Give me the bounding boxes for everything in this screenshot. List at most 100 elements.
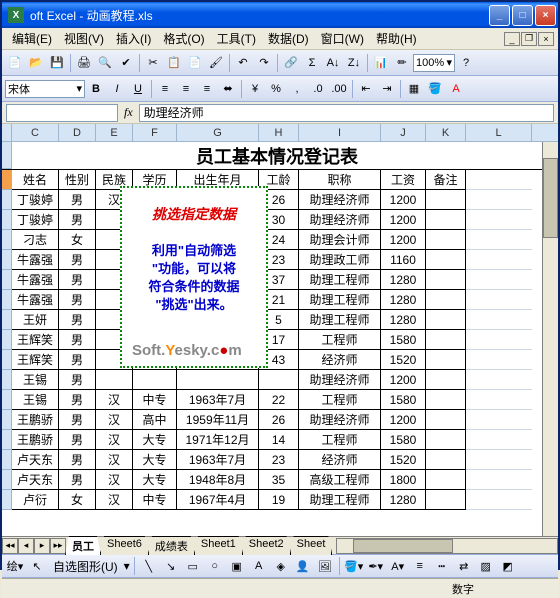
table-cell[interactable] [426, 350, 466, 370]
sort-desc-icon[interactable]: Z↓ [344, 53, 364, 73]
link-icon[interactable]: 🔗 [281, 53, 301, 73]
drawing-icon[interactable]: ✏ [392, 53, 412, 73]
col-header[interactable]: F [133, 124, 177, 141]
table-cell[interactable]: 男 [59, 210, 96, 230]
table-cell[interactable]: 王辉笑 [12, 350, 59, 370]
select-icon[interactable]: ↖ [27, 556, 47, 576]
textbox-icon[interactable]: ▣ [227, 556, 247, 576]
chart-icon[interactable]: 📊 [371, 53, 391, 73]
table-cell[interactable]: 王鹏骄 [12, 430, 59, 450]
vertical-scrollbar[interactable] [542, 142, 558, 536]
table-cell[interactable] [426, 250, 466, 270]
col-header[interactable]: D [59, 124, 96, 141]
table-cell[interactable]: 丁骏婷 [12, 210, 59, 230]
fill-color-icon[interactable]: 🪣 [425, 79, 445, 99]
table-cell[interactable]: 男 [59, 410, 96, 430]
table-cell[interactable] [426, 330, 466, 350]
cut-icon[interactable]: ✂ [143, 53, 163, 73]
table-cell[interactable]: 1200 [381, 230, 426, 250]
table-cell[interactable]: 1520 [381, 350, 426, 370]
redo-icon[interactable]: ↷ [254, 53, 274, 73]
line-style-icon[interactable]: ≡ [410, 556, 430, 576]
indent-inc-icon[interactable]: ⇥ [377, 79, 397, 99]
table-cell[interactable]: 汉 [96, 490, 133, 510]
table-cell[interactable]: 助理经济师 [299, 370, 381, 390]
table-cell[interactable]: 助理会计师 [299, 230, 381, 250]
table-cell[interactable] [177, 370, 259, 390]
dash-icon[interactable]: ┅ [432, 556, 452, 576]
table-cell[interactable]: 卢衍 [12, 490, 59, 510]
doc-minimize-button[interactable]: _ [504, 32, 520, 46]
table-cell[interactable]: 经济师 [299, 450, 381, 470]
sheet-tab[interactable]: Sheet1 [194, 536, 243, 555]
oval-icon[interactable]: ○ [205, 556, 225, 576]
underline-icon[interactable]: U [128, 79, 148, 99]
table-cell[interactable]: 1200 [381, 370, 426, 390]
title-bar[interactable]: X oft Excel - 动画教程.xls _ □ × [2, 2, 558, 28]
sheet-tab[interactable]: 成绩表 [148, 536, 195, 555]
table-cell[interactable]: 助理经济师 [299, 190, 381, 210]
open-icon[interactable]: 📂 [26, 53, 46, 73]
table-cell[interactable]: 汉 [96, 430, 133, 450]
table-cell[interactable]: 22 [259, 390, 299, 410]
col-header[interactable]: L [466, 124, 532, 141]
table-cell[interactable]: 王锡 [12, 370, 59, 390]
table-cell[interactable]: 1963年7月 [177, 390, 259, 410]
table-cell[interactable]: 男 [59, 250, 96, 270]
autoshapes-menu[interactable]: 自选图形(U) [49, 558, 122, 575]
table-cell[interactable]: 中专 [133, 390, 177, 410]
table-cell[interactable]: 女 [59, 490, 96, 510]
table-cell[interactable]: 男 [59, 430, 96, 450]
table-cell[interactable]: 男 [59, 290, 96, 310]
table-cell[interactable]: 王锡 [12, 390, 59, 410]
clipart-icon[interactable]: 👤 [293, 556, 313, 576]
formula-input[interactable]: 助理经济师 [139, 104, 554, 122]
table-cell[interactable]: 1200 [381, 210, 426, 230]
table-cell[interactable]: 助理工程师 [299, 290, 381, 310]
merge-icon[interactable]: ⬌ [218, 79, 238, 99]
preview-icon[interactable]: 🔍 [95, 53, 115, 73]
doc-close-button[interactable]: × [538, 32, 554, 46]
table-cell[interactable] [426, 450, 466, 470]
table-cell[interactable]: 14 [259, 430, 299, 450]
table-cell[interactable]: 1800 [381, 470, 426, 490]
table-cell[interactable] [426, 370, 466, 390]
name-box[interactable] [6, 104, 118, 122]
arrow-icon[interactable]: ↘ [161, 556, 181, 576]
table-cell[interactable]: 1959年11月 [177, 410, 259, 430]
table-cell[interactable]: 工程师 [299, 390, 381, 410]
table-cell[interactable]: 大专 [133, 470, 177, 490]
table-cell[interactable]: 1971年12月 [177, 430, 259, 450]
menu-window[interactable]: 窗口(W) [315, 28, 370, 49]
col-header[interactable]: H [259, 124, 299, 141]
help-icon[interactable]: ? [456, 53, 476, 73]
table-cell[interactable] [426, 310, 466, 330]
table-cell[interactable]: 男 [59, 270, 96, 290]
shadow-icon[interactable]: ▨ [476, 556, 496, 576]
tab-nav-first[interactable]: ◂◂ [2, 538, 18, 554]
table-cell[interactable]: 19 [259, 490, 299, 510]
table-cell[interactable]: 王妍 [12, 310, 59, 330]
table-cell[interactable]: 男 [59, 350, 96, 370]
tab-nav-prev[interactable]: ◂ [18, 538, 34, 554]
table-cell[interactable]: 高级工程师 [299, 470, 381, 490]
table-cell[interactable]: 男 [59, 330, 96, 350]
line-icon[interactable]: ╲ [139, 556, 159, 576]
table-cell[interactable] [259, 370, 299, 390]
maximize-button[interactable]: □ [512, 5, 533, 26]
sheet-tab[interactable]: 员工 [65, 536, 101, 555]
paste-icon[interactable]: 📄 [185, 53, 205, 73]
table-cell[interactable]: 牛露强 [12, 270, 59, 290]
percent-icon[interactable]: % [266, 79, 286, 99]
col-header[interactable]: I [299, 124, 381, 141]
table-cell[interactable]: 牛露强 [12, 290, 59, 310]
menu-data[interactable]: 数据(D) [262, 28, 315, 49]
draw-menu[interactable]: 绘▾ [5, 556, 25, 576]
col-header[interactable]: E [96, 124, 133, 141]
minimize-button[interactable]: _ [489, 5, 510, 26]
table-cell[interactable] [426, 190, 466, 210]
table-cell[interactable]: 1967年4月 [177, 490, 259, 510]
table-cell[interactable]: 大专 [133, 430, 177, 450]
table-cell[interactable]: 丁骏婷 [12, 190, 59, 210]
zoom-combo[interactable]: 100%▾ [413, 54, 455, 72]
